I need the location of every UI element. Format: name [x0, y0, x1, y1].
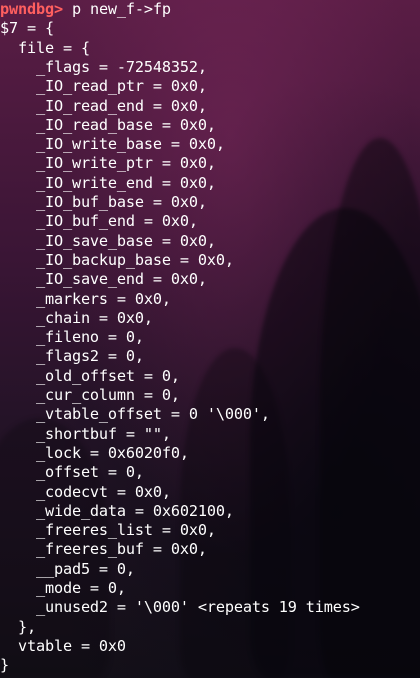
output-line: file = {: [0, 38, 90, 57]
output-line: _vtable_offset = 0 '\000',: [0, 405, 270, 424]
command-line: pwndbg> p new_f->fp: [0, 0, 171, 19]
output-line: _mode = 0,: [0, 579, 126, 597]
output-line: _flags = -72548352,: [0, 57, 207, 76]
output-line: _fileno = 0,: [0, 328, 144, 347]
output-line: _cur_column = 0,: [0, 386, 180, 404]
output-line: _offset = 0,: [0, 463, 144, 482]
output-line: _codecvt = 0x0,: [0, 482, 171, 501]
output-line: _IO_buf_base = 0x0,: [0, 193, 207, 211]
output-line: _old_offset = 0,: [0, 366, 180, 385]
output-line: vtable = 0x0: [0, 636, 126, 655]
output-line: _freeres_list = 0x0,: [0, 521, 216, 540]
output-line: _IO_write_end = 0x0,: [0, 173, 216, 192]
terminal-window[interactable]: pwndbg> p new_f->fp $7 = { file = { _fla…: [0, 0, 420, 678]
pwndbg-prompt: pwndbg>: [0, 0, 63, 18]
output-line: _IO_buf_end = 0x0,: [0, 212, 198, 231]
output-line: _IO_save_base = 0x0,: [0, 231, 216, 250]
output-line: _IO_read_ptr = 0x0,: [0, 77, 207, 96]
command-text: p new_f->fp: [62, 0, 171, 18]
output-line: _IO_read_base = 0x0,: [0, 115, 216, 134]
output-line: _IO_write_base = 0x0,: [0, 135, 225, 154]
output-line: _freeres_buf = 0x0,: [0, 540, 207, 559]
output-line: _IO_backup_base = 0x0,: [0, 250, 234, 269]
output-line: _chain = 0x0,: [0, 308, 153, 327]
output-line: _shortbuf = "",: [0, 424, 171, 443]
output-line: _flags2 = 0,: [0, 347, 144, 366]
output-line: _IO_write_ptr = 0x0,: [0, 154, 216, 173]
output-line: }: [0, 656, 9, 675]
output-line: _unused2 = '\000' <repeats 19 times>: [0, 598, 360, 617]
output-line: },: [0, 617, 36, 636]
output-line: _wide_data = 0x602100,: [0, 501, 234, 520]
output-line: $7 = {: [0, 19, 54, 38]
output-line: _markers = 0x0,: [0, 289, 171, 308]
output-line: _lock = 0x6020f0,: [0, 443, 189, 462]
output-line: __pad5 = 0,: [0, 559, 135, 578]
output-line: _IO_read_end = 0x0,: [0, 96, 207, 115]
output-line: _IO_save_end = 0x0,: [0, 270, 207, 289]
